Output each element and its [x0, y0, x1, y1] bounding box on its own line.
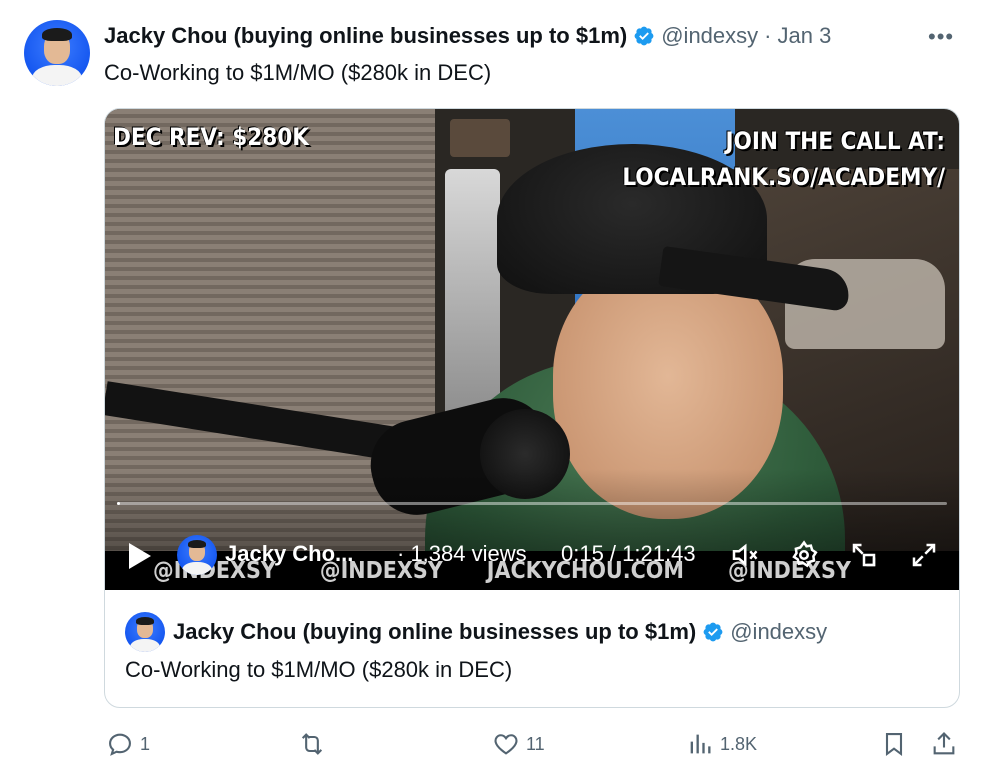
- video-progress-fill: [117, 502, 121, 505]
- channel-avatar[interactable]: [177, 535, 217, 575]
- reply-button[interactable]: 1: [106, 730, 150, 758]
- video-time: 0:15 / 1:21:43: [561, 541, 696, 566]
- tweet-actions: 1 11 1.8K: [0, 728, 986, 762]
- quoted-text: Co-Working to $1M/MO ($280k in DEC): [125, 657, 513, 682]
- video-overlay-cta-line2: LOCALRANK.SO/ACADEMY/: [622, 163, 945, 191]
- tweet-header: Jacky Chou (buying online businesses up …: [104, 22, 831, 50]
- meta-separator: ·: [764, 23, 772, 48]
- video-views: · 1,384 views: [397, 541, 527, 566]
- video-overlay-cta-line1: JOIN THE CALL AT:: [725, 127, 945, 155]
- analytics-icon: [690, 734, 711, 754]
- verified-badge-icon: [634, 26, 654, 46]
- author-avatar[interactable]: [24, 20, 90, 86]
- video-overlay-cta: JOIN THE CALL AT: LOCALRANK.SO/ACADEMY/: [622, 123, 945, 195]
- settings-gear-icon[interactable]: [789, 540, 819, 570]
- channel-name[interactable]: Jacky Cho...: [225, 541, 353, 567]
- retweet-icon: [301, 733, 323, 755]
- bookmark-icon: [885, 733, 903, 757]
- reply-icon: [109, 733, 131, 756]
- view-count: 1.8K: [720, 733, 758, 754]
- share-icon: [933, 732, 955, 755]
- tweet-text: Co-Working to $1M/MO ($280k in DEC): [104, 60, 492, 85]
- retweet-button[interactable]: [298, 730, 332, 758]
- quoted-avatar[interactable]: [125, 612, 165, 652]
- more-options-icon[interactable]: •••: [928, 24, 954, 50]
- like-count: 11: [526, 733, 545, 754]
- tweet-date[interactable]: Jan 3: [777, 23, 831, 49]
- author-handle[interactable]: @indexsy: [661, 23, 758, 49]
- quoted-verified-badge-icon: [703, 622, 723, 642]
- video-controls: Jacky Cho... · 1,384 views 0:15 / 1:21:4…: [105, 535, 959, 575]
- video-player[interactable]: DEC REV: $280K JOIN THE CALL AT: LOCALRA…: [105, 109, 959, 590]
- share-button[interactable]: [930, 730, 958, 758]
- author-name[interactable]: Jacky Chou (buying online businesses up …: [104, 23, 627, 49]
- picture-in-picture-icon[interactable]: [849, 540, 879, 570]
- mute-icon[interactable]: [729, 540, 759, 570]
- heart-icon: [494, 734, 518, 755]
- video-overlay-revenue: DEC REV: $280K: [113, 123, 310, 151]
- play-icon[interactable]: [129, 543, 151, 569]
- quoted-handle[interactable]: @indexsy: [730, 619, 827, 645]
- reply-count: 1: [140, 733, 151, 754]
- bookmark-button[interactable]: [880, 730, 908, 758]
- quoted-author-name[interactable]: Jacky Chou (buying online businesses up …: [173, 619, 696, 645]
- quoted-header[interactable]: Jacky Chou (buying online businesses up …: [125, 612, 827, 652]
- views-button[interactable]: 1.8K: [686, 730, 757, 758]
- fullscreen-icon[interactable]: [909, 540, 939, 570]
- media-card[interactable]: DEC REV: $280K JOIN THE CALL AT: LOCALRA…: [104, 108, 960, 708]
- video-progress-bar[interactable]: [117, 502, 947, 505]
- like-button[interactable]: 11: [492, 730, 545, 758]
